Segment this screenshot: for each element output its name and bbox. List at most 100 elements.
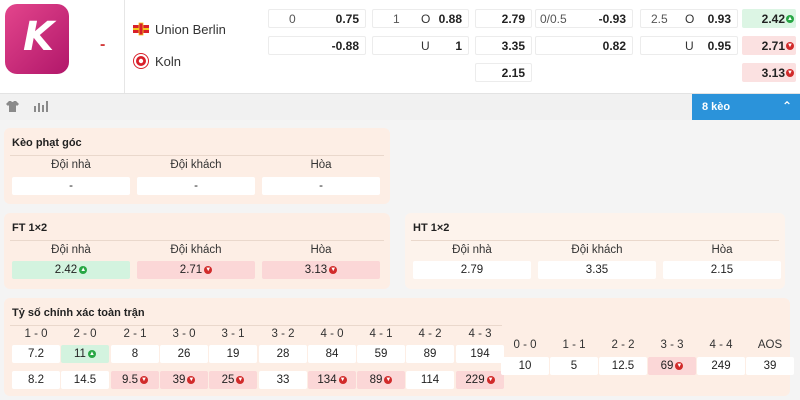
away-team[interactable]: Koln	[133, 53, 181, 69]
odds-ou-half-under[interactable]: U 0.95	[640, 36, 738, 55]
score-odds-away[interactable]: 39 ▼	[160, 371, 208, 389]
score-odds-away[interactable]: 114	[406, 371, 454, 389]
score-odds-draw-value: 5	[570, 360, 578, 372]
score-odds-home[interactable]: 8	[111, 345, 159, 363]
hdp-half-line: 0/0.5	[540, 12, 567, 26]
score-odds-draw[interactable]: 5	[550, 357, 598, 375]
score-odds-home[interactable]: 19	[209, 345, 257, 363]
score-odds-home[interactable]: 89	[406, 345, 454, 363]
trend-down-icon: ▼	[140, 375, 148, 384]
chevron-up-icon: ⌃	[781, 99, 792, 113]
ou-value: 1	[455, 39, 462, 53]
divider	[124, 0, 125, 93]
shirt-icon[interactable]	[6, 100, 19, 113]
score-odds-away[interactable]: 229 ▼	[456, 371, 504, 389]
score-odds-draw[interactable]: 249	[697, 357, 745, 375]
score-header: 4 - 3	[468, 328, 492, 340]
corner-odds-home[interactable]: -	[12, 177, 130, 195]
odds-1x2-half-draw[interactable]: 3.13 ▼	[742, 63, 796, 82]
score-odds-draw-value: 69	[660, 360, 674, 372]
ft-odds-away[interactable]: 2.71 ▼	[137, 261, 255, 279]
odds-hdp-home[interactable]: 0 0.75	[268, 9, 366, 28]
odds-1x2-half-away[interactable]: 2.71 ▼	[742, 36, 796, 55]
score-header: 3 - 0	[172, 328, 196, 340]
koln-badge-icon	[133, 53, 149, 69]
trend-down-icon: ▼	[384, 375, 393, 384]
more-bets-button[interactable]: 8 kèo ⌃	[692, 94, 800, 121]
ou-value: 0.88	[438, 12, 462, 26]
odds-hdp-half-away[interactable]: 0.82	[535, 36, 633, 55]
hdp-line: 0	[289, 12, 296, 26]
score-odds-home[interactable]: 7.2	[12, 345, 60, 363]
score-odds-draw[interactable]: 12.5	[599, 357, 647, 375]
score-odds-away-value: 25	[221, 374, 235, 386]
odds-1x2-draw[interactable]: 2.15	[475, 63, 532, 82]
score-odds-away-value: 39	[172, 374, 186, 386]
ht-odds-home[interactable]: 2.79	[413, 261, 531, 279]
score-odds-home[interactable]: 84	[308, 345, 356, 363]
score-header: 0 - 0	[513, 339, 537, 351]
site-logo: K	[5, 4, 69, 74]
trend-up-icon: ▲	[786, 15, 794, 23]
score-odds-away-value: 33	[276, 374, 290, 386]
score-header: 2 - 1	[123, 328, 147, 340]
ft-odds-draw[interactable]: 3.13 ▼	[262, 261, 380, 279]
score-odds-away-value: 134	[317, 374, 337, 386]
score-odds-draw-value: 249	[711, 360, 731, 372]
score-odds-home[interactable]: 194	[456, 345, 504, 363]
odds-hdp-half-home[interactable]: 0/0.5 -0.93	[535, 9, 633, 28]
score-odds-draw[interactable]: 39	[746, 357, 794, 375]
score-odds-home[interactable]: 11 ▲	[61, 345, 109, 363]
score-odds-away[interactable]: 134 ▼	[308, 371, 356, 389]
odds-1x2-away[interactable]: 3.35	[475, 36, 532, 55]
odds-1x2-half-home[interactable]: 2.42 ▲	[742, 9, 796, 28]
corner-odds-away[interactable]: -	[137, 177, 255, 195]
divider	[411, 240, 779, 241]
stats-icon[interactable]	[33, 100, 49, 113]
ht-odds-draw[interactable]: 2.15	[663, 261, 781, 279]
x12-half-value: 2.42	[761, 12, 785, 26]
corner-header-draw: Hòa	[310, 159, 332, 171]
score-odds-away[interactable]: 14.5	[61, 371, 109, 389]
trend-down-icon: ▼	[187, 375, 196, 384]
odds-ou-under[interactable]: U 1	[372, 36, 469, 55]
odds-ou-half-over[interactable]: 2.5 O 0.93	[640, 9, 738, 28]
score-odds-home[interactable]: 59	[357, 345, 405, 363]
score-odds-away[interactable]: 33	[259, 371, 307, 389]
score-odds-draw-value: 12.5	[611, 360, 635, 372]
corner-odds-draw[interactable]: -	[262, 177, 380, 195]
x12-half-value: 2.71	[761, 39, 785, 53]
trend-down-icon: ▼	[675, 361, 684, 370]
score-odds-away[interactable]: 8.2	[12, 371, 60, 389]
odds-ou-over[interactable]: 1 O 0.88	[372, 9, 469, 28]
score-odds-home-value: 26	[177, 348, 191, 360]
ht-odds-away[interactable]: 3.35	[538, 261, 656, 279]
divider	[10, 325, 502, 326]
trend-up-icon: ▲	[79, 265, 88, 274]
ou-line: 1	[393, 12, 400, 26]
match-row: K - Union Berlin Koln 0 0.75 1 O 0.88 2.…	[0, 0, 800, 93]
score-odds-home[interactable]: 26	[160, 345, 208, 363]
score-header: AOS	[757, 339, 783, 351]
score-odds-home-value: 89	[423, 348, 437, 360]
score-odds-home[interactable]: 28	[259, 345, 307, 363]
ft-odds-home[interactable]: 2.42 ▲	[12, 261, 130, 279]
score-odds-away[interactable]: 9.5 ▼	[111, 371, 159, 389]
score-odds-away[interactable]: 25 ▼	[209, 371, 257, 389]
score-odds-draw[interactable]: 69 ▼	[648, 357, 696, 375]
score-odds-home-value: 8	[131, 348, 139, 360]
odds-hdp-away[interactable]: -0.88	[268, 36, 366, 55]
score-odds-draw-value: 10	[518, 360, 532, 372]
score-odds-home-value: 59	[374, 348, 388, 360]
score-odds-away[interactable]: 89 ▼	[357, 371, 405, 389]
score-odds-away-value: 229	[465, 374, 485, 386]
odds-1x2-home[interactable]: 2.79	[475, 9, 532, 28]
score-odds-draw[interactable]: 10	[501, 357, 549, 375]
corner-header-home: Đội nhà	[51, 159, 91, 171]
trend-down-icon: ▼	[486, 375, 495, 384]
divider	[10, 155, 384, 156]
score-header: 4 - 1	[369, 328, 393, 340]
home-team[interactable]: Union Berlin	[133, 21, 226, 37]
ft-header-away: Đội khách	[170, 244, 222, 256]
score-odds-home-value: 28	[276, 348, 290, 360]
